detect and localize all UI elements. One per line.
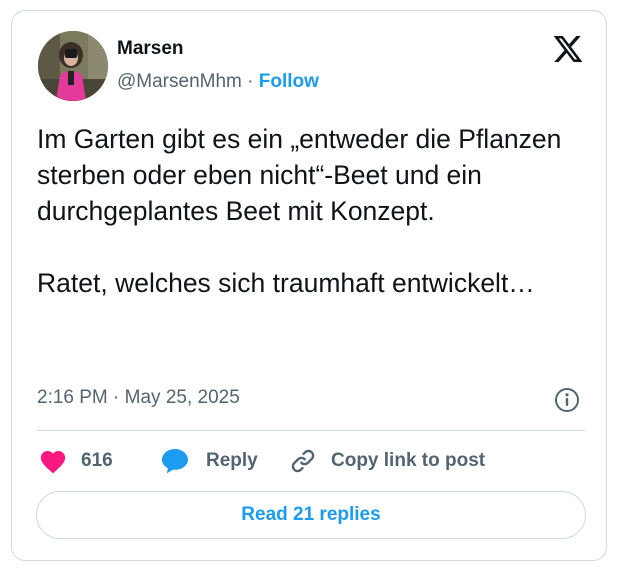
tweet-time: 2:16 PM: [37, 387, 108, 408]
link-icon: [291, 449, 315, 473]
avatar-photo: [38, 31, 108, 101]
reply-button[interactable]: Reply: [160, 446, 258, 476]
separator-dot: ·: [247, 71, 254, 92]
follow-button[interactable]: Follow: [259, 71, 319, 92]
tweet-timestamp[interactable]: 2:16 PM · May 25, 2025: [37, 387, 240, 409]
author-handle-row: @MarsenMhm · Follow: [117, 71, 319, 93]
copy-link-label: Copy link to post: [331, 450, 486, 471]
reply-label: Reply: [206, 450, 258, 471]
tweet-date: May 25, 2025: [124, 387, 240, 408]
divider: [37, 430, 585, 431]
avatar[interactable]: [38, 31, 108, 101]
read-replies-button[interactable]: Read 21 replies: [36, 491, 586, 539]
info-icon[interactable]: [554, 387, 580, 413]
x-logo-icon[interactable]: [551, 33, 585, 65]
tweet-card: Marsen @MarsenMhm · Follow Im Garten gib…: [11, 10, 607, 561]
heart-icon: [40, 450, 66, 474]
separator-dot: ·: [113, 387, 120, 408]
like-count: 616: [81, 450, 113, 471]
copy-link-button[interactable]: Copy link to post: [289, 446, 485, 476]
like-button[interactable]: 616: [39, 446, 113, 476]
author-handle[interactable]: @MarsenMhm: [117, 71, 242, 92]
tweet-text: Im Garten gibt es ein „entweder die Pfla…: [37, 124, 562, 298]
author-name[interactable]: Marsen: [117, 38, 184, 60]
reply-bubble-icon: [162, 449, 188, 474]
